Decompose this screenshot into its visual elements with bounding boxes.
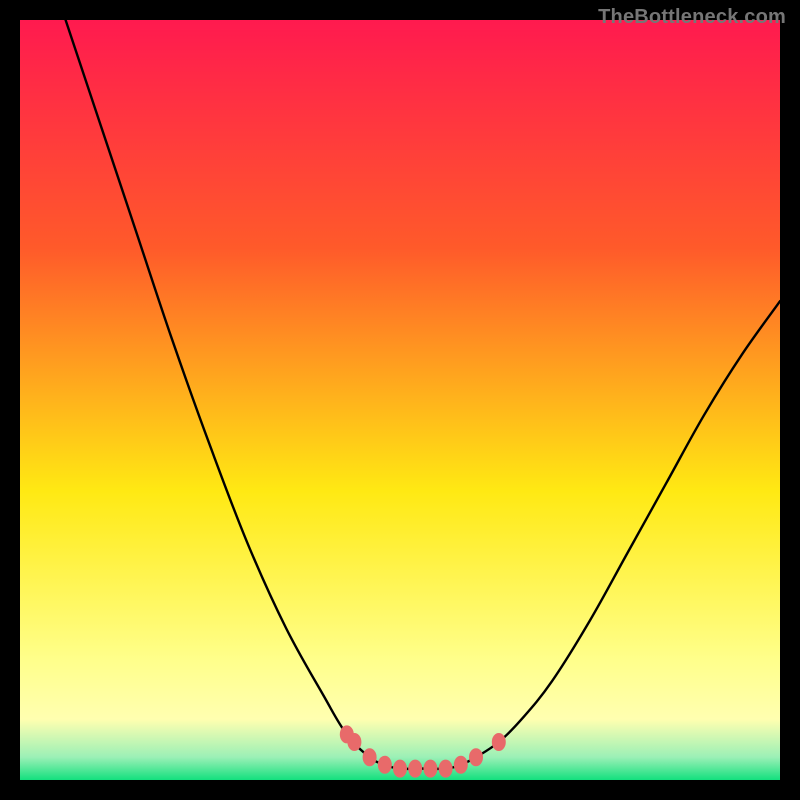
plot-area <box>20 20 780 780</box>
data-marker <box>347 733 361 751</box>
data-marker <box>492 733 506 751</box>
data-marker <box>423 760 437 778</box>
chart-frame: TheBottleneck.com <box>0 0 800 800</box>
data-marker <box>408 760 422 778</box>
data-marker <box>393 760 407 778</box>
data-marker <box>469 748 483 766</box>
watermark-label: TheBottleneck.com <box>598 6 786 29</box>
data-marker <box>439 760 453 778</box>
data-marker <box>363 748 377 766</box>
chart-svg <box>20 20 780 780</box>
data-marker <box>454 756 468 774</box>
data-marker <box>378 756 392 774</box>
gradient-background <box>20 20 780 780</box>
